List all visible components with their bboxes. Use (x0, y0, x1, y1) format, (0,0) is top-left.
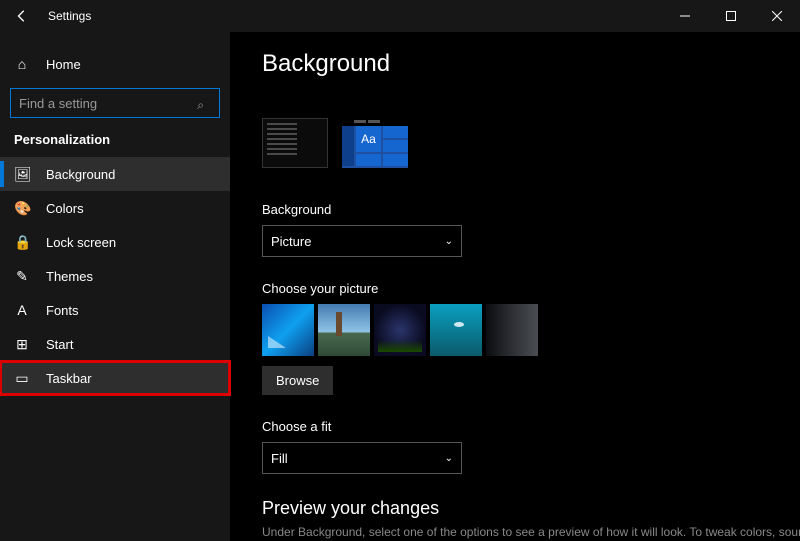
sidebar-item-fonts[interactable]: A Fonts (0, 293, 230, 327)
title-bar: Settings (0, 0, 800, 32)
picture-thumb[interactable] (318, 304, 370, 356)
close-icon (772, 11, 782, 21)
window-title: Settings (48, 9, 91, 23)
picture-thumb[interactable] (262, 304, 314, 356)
sidebar-item-label: Lock screen (46, 235, 116, 250)
sidebar-item-colors[interactable]: 🎨 Colors (0, 191, 230, 225)
background-dropdown-label: Background (262, 202, 800, 217)
home-label: Home (46, 57, 81, 72)
choose-picture-label: Choose your picture (262, 281, 800, 296)
sidebar-item-label: Start (46, 337, 73, 352)
chevron-down-icon: ⌄ (445, 236, 453, 247)
minimize-button[interactable] (662, 0, 708, 32)
minimize-icon (680, 11, 690, 21)
background-dropdown[interactable]: Picture ⌄ (262, 225, 462, 257)
sidebar-item-label: Fonts (46, 303, 79, 318)
fit-dropdown[interactable]: Fill ⌄ (262, 442, 462, 474)
page-title: Background (262, 50, 800, 78)
picture-thumb[interactable] (374, 304, 426, 356)
sidebar-item-taskbar[interactable]: ▭ Taskbar (0, 361, 230, 395)
preview-changes-heading: Preview your changes (262, 498, 800, 519)
cutoff-text: Under Background, select one of the opti… (262, 525, 800, 539)
chevron-down-icon: ⌄ (445, 453, 453, 464)
sidebar-item-label: Themes (46, 269, 93, 284)
close-button[interactable] (754, 0, 800, 32)
themes-icon: ✎ (14, 268, 30, 285)
dropdown-value: Picture (271, 234, 311, 249)
section-heading: Personalization (0, 128, 230, 157)
maximize-icon (726, 11, 736, 21)
picture-thumb[interactable] (486, 304, 538, 356)
sidebar-item-start[interactable]: ⊞ Start (0, 327, 230, 361)
sidebar-item-label: Background (46, 167, 115, 182)
search-input[interactable] (10, 88, 220, 118)
sidebar: ⌂ Home ⌕ Personalization 🖼 Background 🎨 … (0, 32, 230, 541)
sidebar-item-label: Taskbar (46, 371, 92, 386)
taskbar-icon: ▭ (14, 370, 30, 387)
start-preview-thumb: Aa (342, 118, 408, 168)
palette-icon: 🎨 (14, 200, 30, 217)
sample-text: Aa (356, 126, 381, 152)
dropdown-value: Fill (271, 451, 288, 466)
search-icon: ⌕ (197, 98, 204, 113)
background-preview: Aa (262, 118, 800, 168)
back-button[interactable] (0, 0, 44, 32)
home-nav[interactable]: ⌂ Home (0, 44, 230, 84)
picture-icon: 🖼 (14, 166, 30, 183)
sidebar-item-themes[interactable]: ✎ Themes (0, 259, 230, 293)
lock-icon: 🔒 (14, 234, 30, 251)
desktop-preview-thumb (262, 118, 328, 168)
content-pane: Background Aa Background Picture ⌄ Choos… (230, 32, 800, 541)
start-icon: ⊞ (14, 336, 30, 353)
sidebar-item-lockscreen[interactable]: 🔒 Lock screen (0, 225, 230, 259)
sidebar-item-background[interactable]: 🖼 Background (0, 157, 230, 191)
browse-button[interactable]: Browse (262, 366, 333, 395)
fonts-icon: A (14, 302, 30, 318)
choose-fit-label: Choose a fit (262, 419, 800, 434)
picture-thumb[interactable] (430, 304, 482, 356)
home-icon: ⌂ (14, 56, 30, 72)
maximize-button[interactable] (708, 0, 754, 32)
caption-controls (662, 0, 800, 32)
sidebar-item-label: Colors (46, 201, 84, 216)
picture-thumbnails (262, 304, 800, 356)
back-arrow-icon (15, 9, 29, 23)
